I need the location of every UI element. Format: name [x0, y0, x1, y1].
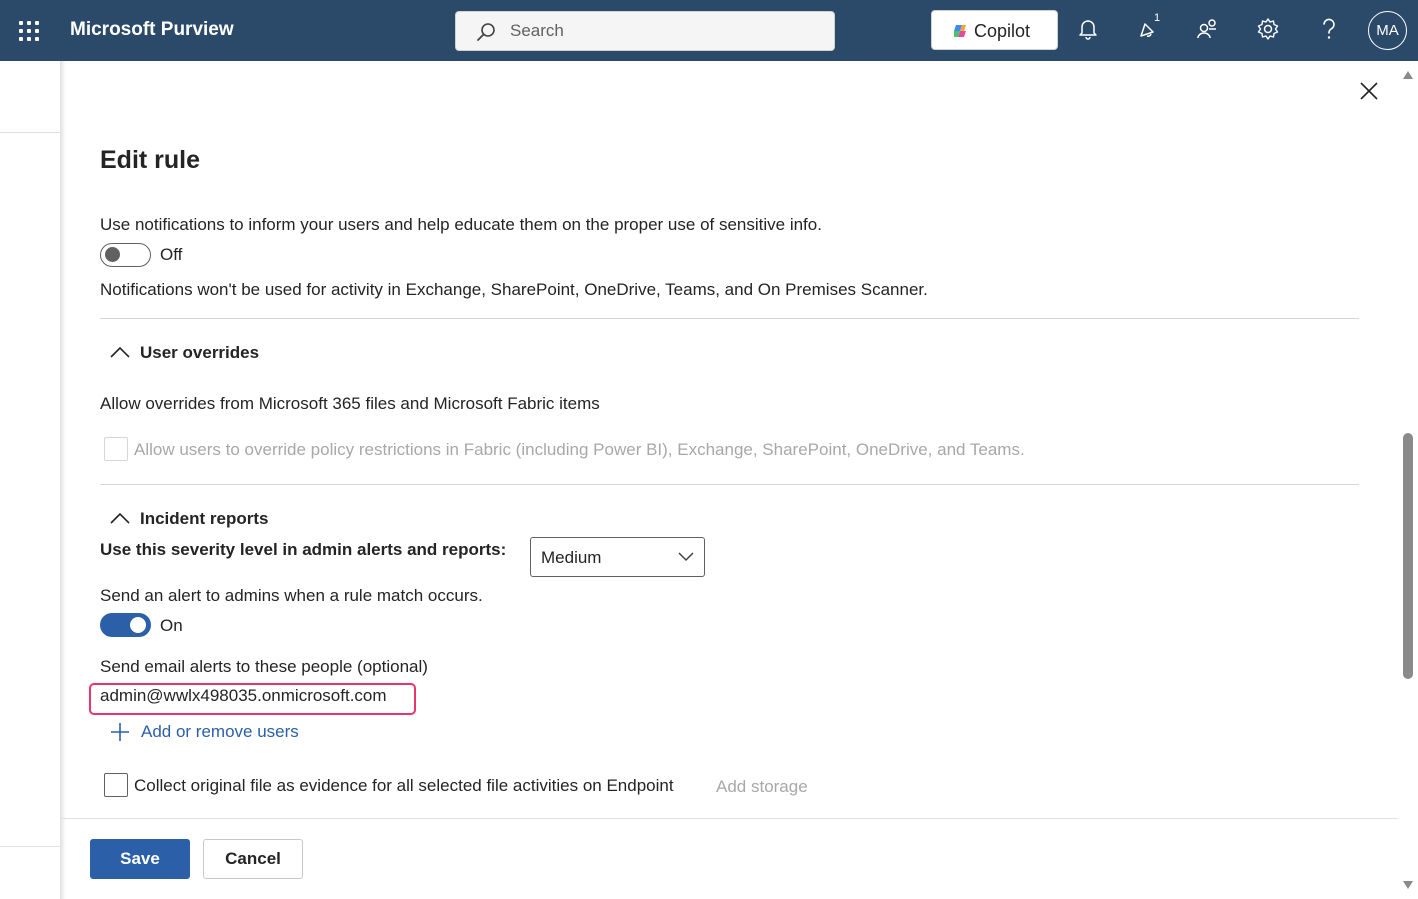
app-title[interactable]: Microsoft Purview — [70, 19, 234, 41]
scroll-down-arrow-icon[interactable] — [1402, 880, 1414, 890]
scrollbar-thumb[interactable] — [1403, 433, 1413, 679]
user-overrides-subheading: Allow overrides from Microsoft 365 files… — [100, 394, 600, 413]
whats-new-icon[interactable] — [1135, 16, 1165, 46]
section-divider — [100, 318, 1359, 319]
app-launcher-icon[interactable] — [19, 21, 39, 41]
add-storage-link[interactable]: Add storage — [716, 777, 808, 797]
incident-reports-section-title[interactable]: Incident reports — [140, 509, 268, 529]
search-icon — [477, 23, 495, 41]
collect-evidence-label: Collect original file as evidence for al… — [134, 776, 674, 795]
background-divider — [0, 132, 60, 133]
footer-divider — [60, 818, 1398, 819]
allow-override-checkbox[interactable] — [104, 437, 128, 461]
admin-alert-toggle-state: On — [160, 616, 183, 635]
notifications-description: Use notifications to inform your users a… — [100, 215, 822, 234]
admin-alert-label: Send an alert to admins when a rule matc… — [100, 586, 483, 605]
add-remove-users-label: Add or remove users — [141, 722, 299, 741]
help-icon[interactable] — [1316, 16, 1346, 46]
allow-override-label: Allow users to override policy restricti… — [134, 440, 1025, 459]
toggle-knob — [105, 247, 120, 262]
chevron-up-icon[interactable] — [109, 511, 131, 525]
severity-select[interactable]: Medium — [530, 537, 705, 577]
copilot-label: Copilot — [974, 21, 1031, 41]
copilot-button[interactable]: Copilot — [931, 10, 1058, 50]
copilot-icon — [954, 25, 966, 37]
community-icon[interactable] — [1195, 16, 1225, 46]
add-icon — [111, 723, 129, 741]
section-divider — [100, 484, 1359, 485]
search-input[interactable] — [510, 12, 810, 50]
cancel-button[interactable]: Cancel — [203, 839, 303, 879]
top-bar: Microsoft Purview Copilot 1 — [0, 0, 1418, 61]
email-alerts-label: Send email alerts to these people (optio… — [100, 657, 428, 676]
notifications-note: Notifications won't be used for activity… — [100, 280, 928, 299]
admin-alert-toggle[interactable] — [100, 613, 151, 637]
toggle-knob — [130, 617, 146, 633]
settings-gear-icon[interactable] — [1255, 16, 1285, 46]
background-page — [0, 61, 60, 899]
user-overrides-section-title[interactable]: User overrides — [140, 343, 259, 363]
severity-value: Medium — [541, 548, 602, 567]
page-title: Edit rule — [100, 146, 201, 174]
panel-shadow — [60, 61, 66, 899]
chevron-down-icon — [678, 552, 694, 562]
close-icon[interactable] — [1358, 80, 1380, 102]
edit-rule-panel — [60, 61, 1418, 899]
notification-badge: 1 — [1154, 12, 1161, 24]
chevron-up-icon[interactable] — [109, 345, 131, 359]
collect-evidence-checkbox[interactable] — [104, 773, 128, 797]
severity-label: Use this severity level in admin alerts … — [100, 540, 507, 559]
save-button[interactable]: Save — [90, 839, 190, 879]
scroll-up-arrow-icon[interactable] — [1402, 70, 1414, 80]
notifications-toggle[interactable] — [100, 243, 151, 267]
notifications-toggle-state: Off — [160, 245, 183, 264]
notifications-bell-icon[interactable] — [1075, 16, 1105, 46]
avatar[interactable]: MA — [1368, 11, 1407, 50]
background-divider — [0, 846, 60, 847]
highlight-box — [89, 683, 416, 715]
search-box[interactable] — [455, 11, 835, 51]
